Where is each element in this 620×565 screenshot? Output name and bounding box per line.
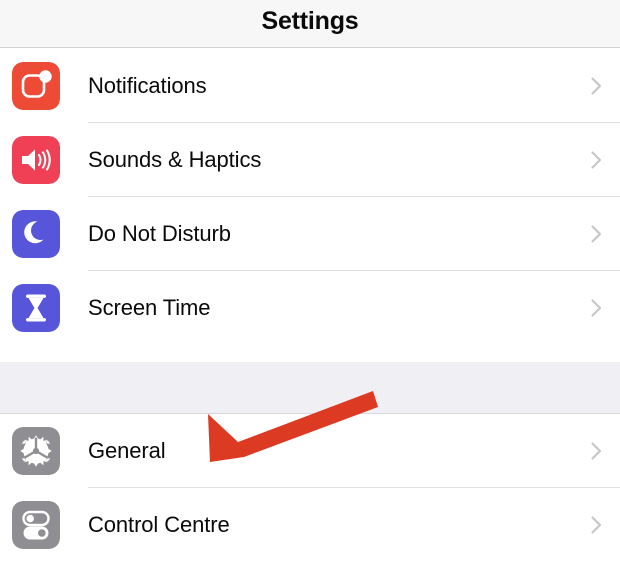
settings-group-1: Notifications Sounds & Haptics Do Not Di… <box>0 49 620 362</box>
chevron-right-icon <box>584 222 608 246</box>
settings-screen: Settings Notifications Sounds & Haptics … <box>0 0 620 565</box>
navigation-bar: Settings <box>0 0 620 48</box>
settings-row-control-centre[interactable]: Control Centre <box>0 488 620 562</box>
settings-row-label: Do Not Disturb <box>88 221 231 246</box>
hourglass-icon <box>12 284 60 332</box>
toggles-icon <box>12 501 60 549</box>
chevron-right-icon <box>584 513 608 537</box>
settings-row-do-not-disturb[interactable]: Do Not Disturb <box>0 197 620 271</box>
settings-row-notifications[interactable]: Notifications <box>0 49 620 123</box>
notifications-icon <box>12 62 60 110</box>
settings-row-general[interactable]: General <box>0 414 620 488</box>
chevron-right-icon <box>584 148 608 172</box>
settings-row-label: Notifications <box>88 73 207 98</box>
page-title: Settings <box>261 7 359 35</box>
chevron-right-icon <box>584 74 608 98</box>
settings-row-label: General <box>88 438 166 463</box>
settings-row-sounds-haptics[interactable]: Sounds & Haptics <box>0 123 620 197</box>
settings-row-label: Control Centre <box>88 512 230 537</box>
settings-row-label: Screen Time <box>88 295 211 320</box>
chevron-right-icon <box>584 439 608 463</box>
settings-group-gap <box>0 362 620 414</box>
chevron-right-icon <box>584 296 608 320</box>
speaker-waves-icon <box>12 136 60 184</box>
settings-group-2: General Control Centre <box>0 414 620 565</box>
crescent-moon-icon <box>12 210 60 258</box>
gear-icon <box>12 427 60 475</box>
settings-row-screen-time[interactable]: Screen Time <box>0 271 620 345</box>
settings-row-label: Sounds & Haptics <box>88 147 262 172</box>
